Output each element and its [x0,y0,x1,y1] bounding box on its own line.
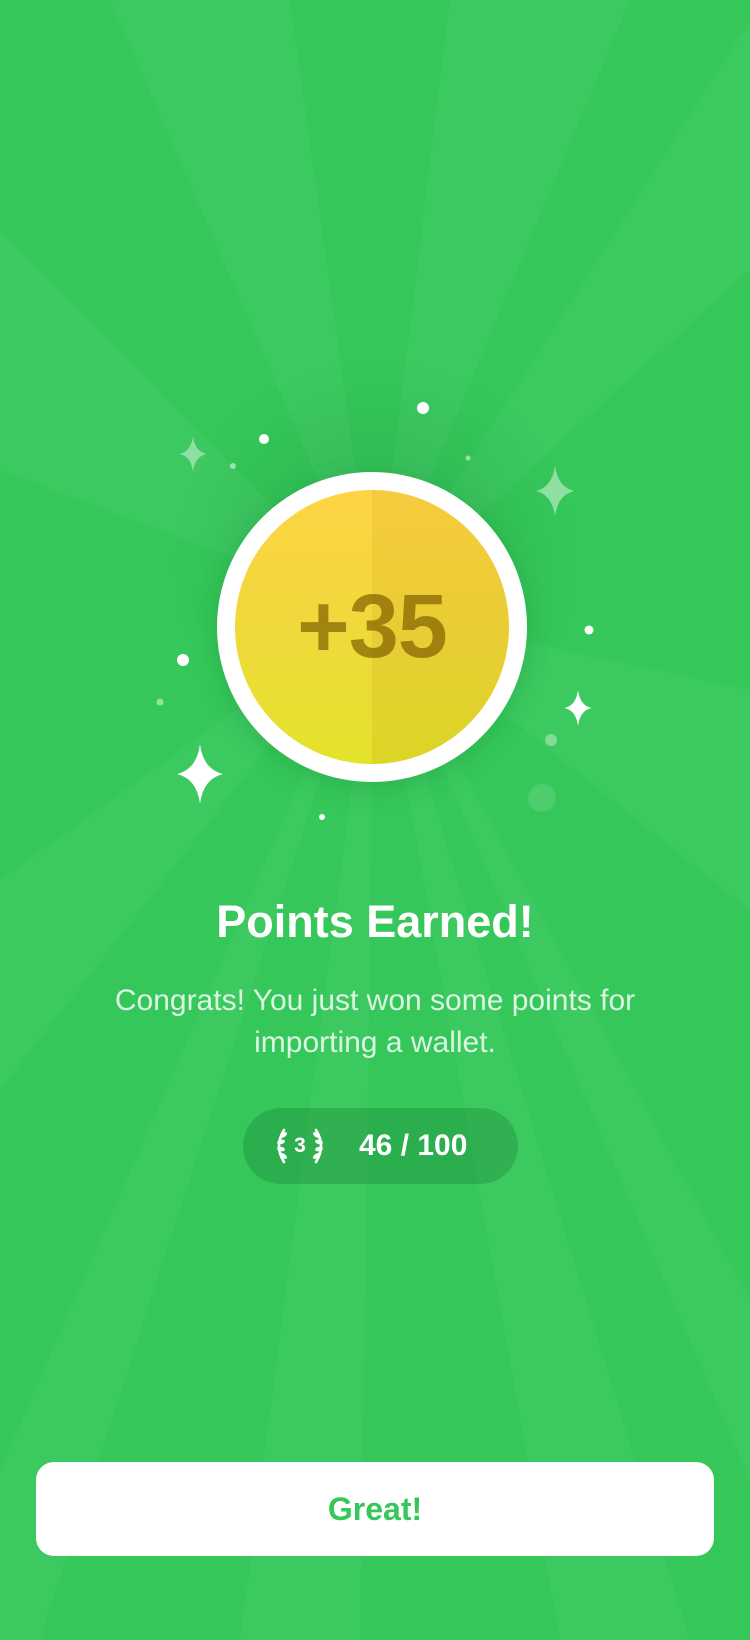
sparkle-star-icon [536,466,574,516]
points-amount: +35 [297,577,448,677]
points-progress: 46 / 100 [359,1129,468,1162]
coin-face: +35 [235,490,509,764]
sparkle-dot [259,434,269,444]
sparkle-dot [528,784,556,812]
sparkle-dot [545,734,557,746]
level-number: 3 [294,1134,306,1157]
sparkle-dot [156,698,164,706]
sparkle-dot [319,814,325,820]
sparkle-dot [230,463,236,469]
sparkle-decorations [156,402,594,820]
sparkle-star-icon [177,744,223,804]
level-badge: 3 [269,1126,331,1166]
points-earned-screen: +35 Points Earned! Congrats! You just wo… [0,0,750,1640]
level-progress-pill: 3 46 / 100 [243,1108,518,1184]
sparkle-dot [177,654,189,666]
sparkle-star-icon [179,436,207,472]
sparkle-star-icon [564,690,592,726]
page-title: Points Earned! [216,896,534,947]
points-coin: +35 [217,472,527,782]
great-button[interactable]: Great! [36,1462,714,1556]
sparkle-dot [465,455,471,461]
sparkle-dot [584,625,594,635]
congrats-message: Congrats! You just won some points for i… [114,984,636,1059]
sparkle-dot [417,402,429,414]
